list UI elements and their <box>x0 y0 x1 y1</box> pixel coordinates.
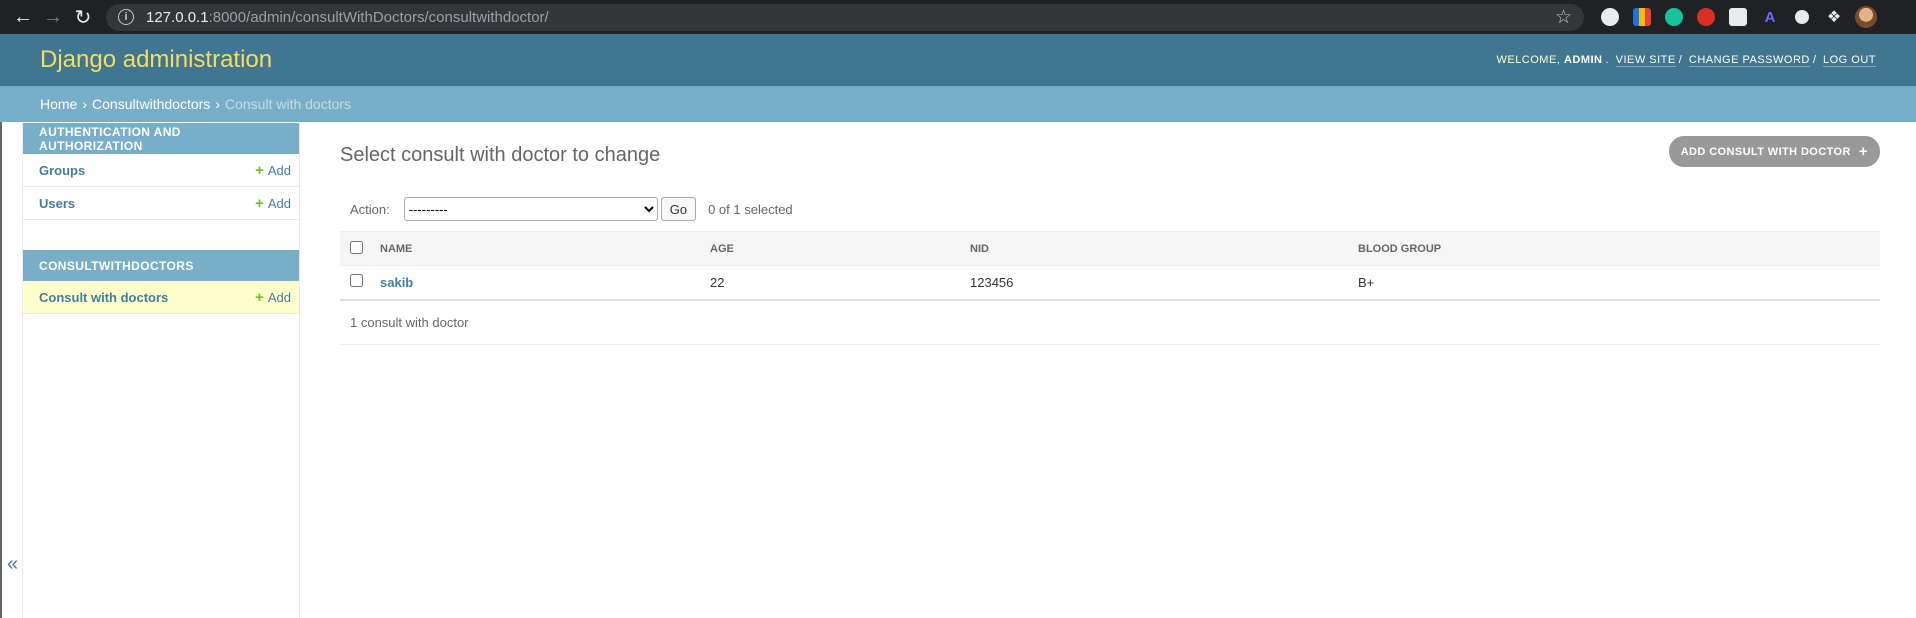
plus-icon: + <box>255 194 264 212</box>
row-name-link[interactable]: sakib <box>380 275 413 290</box>
add-consult-with-doctor-button[interactable]: Add consult with doctor + <box>1668 136 1880 167</box>
action-label: Action: <box>350 201 390 217</box>
site-branding[interactable]: Django administration <box>40 46 272 74</box>
github-icon[interactable] <box>1594 5 1626 29</box>
selected-count: 0 of 1 selected <box>708 201 793 217</box>
column-header-nid[interactable]: NID <box>962 231 1350 266</box>
puzzle-icon[interactable]: ❖ <box>1818 5 1850 29</box>
sidebar-link-users[interactable]: Users <box>39 196 75 211</box>
row-select-cell <box>340 265 372 301</box>
select-all-cell <box>340 231 372 266</box>
profile-avatar[interactable] <box>1850 5 1882 29</box>
cell-age: 22 <box>702 265 962 301</box>
plus-icon: + <box>1858 143 1868 160</box>
breadcrumb-home[interactable]: Home <box>40 96 77 112</box>
column-header-blood-group[interactable]: Blood group <box>1350 231 1880 266</box>
user-tools: Welcome, admin. View site / Change passwo… <box>1496 54 1876 67</box>
nav-sidebar: Authentication and Authorization Groups … <box>23 122 300 618</box>
object-tools: Add consult with doctor + <box>1668 136 1880 167</box>
back-icon[interactable]: ← <box>8 2 38 32</box>
view-site-link[interactable]: View site <box>1615 54 1676 67</box>
breadcrumb-current: Consult with doctors <box>224 96 352 112</box>
address-bar[interactable]: i 127.0.0.1:8000/admin/consultWithDoctor… <box>106 3 1584 31</box>
add-label: Add <box>267 289 291 305</box>
reload-icon[interactable]: ↻ <box>68 2 98 32</box>
change-password-link[interactable]: Change password <box>1688 54 1810 67</box>
red-extension-icon[interactable] <box>1690 5 1722 29</box>
module-consultwithdoctors: Consultwithdoctors Consult with doctors … <box>23 250 299 314</box>
paginator: 1 consult with doctor <box>340 301 1880 345</box>
table-header-row: Name Age NID Blood group <box>340 231 1880 266</box>
add-users-link[interactable]: + Add <box>255 196 291 211</box>
globe-extension-icon[interactable] <box>1786 5 1818 29</box>
font-extension-icon[interactable]: A <box>1754 5 1786 29</box>
sidebar-toggle-strip: « <box>0 122 23 618</box>
breadcrumb: Home › Consultwithdoctors › Consult with… <box>0 86 1916 122</box>
table-row: sakib 22 123456 B+ <box>340 265 1880 301</box>
admin-header: Django administration Welcome, admin. Vi… <box>0 34 1916 86</box>
extensions-bar: A ❖ <box>1594 5 1882 29</box>
add-groups-link[interactable]: + Add <box>255 163 291 178</box>
color-extension-icon[interactable] <box>1626 5 1658 29</box>
actions-bar: Action: --------- Go 0 of 1 selected <box>340 193 1880 225</box>
cell-nid: 123456 <box>962 265 1350 301</box>
sidebar-item-consult-with-doctors: Consult with doctors + Add <box>23 281 299 314</box>
url-host: 127.0.0.1 <box>146 8 209 26</box>
page-title: Select consult with doctor to change <box>340 144 661 166</box>
add-consult-link[interactable]: + Add <box>255 290 291 305</box>
result-list: Name Age NID Blood group sakib 22 123456… <box>340 231 1880 301</box>
breadcrumb-separator: › <box>82 96 88 112</box>
grammarly-icon[interactable] <box>1658 5 1690 29</box>
plus-icon: + <box>255 288 264 306</box>
bookmark-star-icon[interactable]: ☆ <box>1555 6 1572 29</box>
add-label: Add <box>267 162 291 178</box>
cell-name: sakib <box>372 265 702 301</box>
sidebar-link-groups[interactable]: Groups <box>39 163 85 178</box>
select-all-checkbox[interactable] <box>350 240 363 254</box>
plus-icon: + <box>255 161 264 179</box>
content-main: Select consult with doctor to change Add… <box>300 122 1916 618</box>
module-caption[interactable]: Authentication and Authorization <box>23 123 299 154</box>
module-auth: Authentication and Authorization Groups … <box>23 123 299 220</box>
breadcrumb-app[interactable]: Consultwithdoctors <box>92 96 210 112</box>
column-header-age[interactable]: Age <box>702 231 962 266</box>
sidebar-link-consult-with-doctors[interactable]: Consult with doctors <box>39 290 168 305</box>
site-info-icon[interactable]: i <box>118 9 134 25</box>
main-area: « Authentication and Authorization Group… <box>0 122 1916 618</box>
collapse-sidebar-icon[interactable]: « <box>7 553 18 576</box>
breadcrumb-separator: › <box>215 96 220 112</box>
url-path: :8000/admin/consultWithDoctors/consultwi… <box>208 8 549 26</box>
sidebar-item-groups: Groups + Add <box>23 154 299 187</box>
add-label: Add <box>267 195 291 211</box>
sidebar-item-users: Users + Add <box>23 187 299 220</box>
cell-blood-group: B+ <box>1350 265 1880 301</box>
browser-toolbar: ← → ↻ i 127.0.0.1:8000/admin/consultWith… <box>0 0 1916 34</box>
column-header-name[interactable]: Name <box>372 231 702 266</box>
forward-icon[interactable]: → <box>38 2 68 32</box>
ghost-extension-icon[interactable] <box>1722 5 1754 29</box>
welcome-text: Welcome, <box>1496 54 1561 66</box>
log-out-link[interactable]: Log out <box>1822 54 1876 67</box>
module-caption[interactable]: Consultwithdoctors <box>23 250 299 281</box>
username: admin <box>1563 54 1603 66</box>
go-button[interactable]: Go <box>660 197 697 221</box>
action-select[interactable]: --------- <box>403 197 658 221</box>
add-button-label: Add consult with doctor <box>1680 145 1851 158</box>
row-checkbox[interactable] <box>350 274 363 288</box>
